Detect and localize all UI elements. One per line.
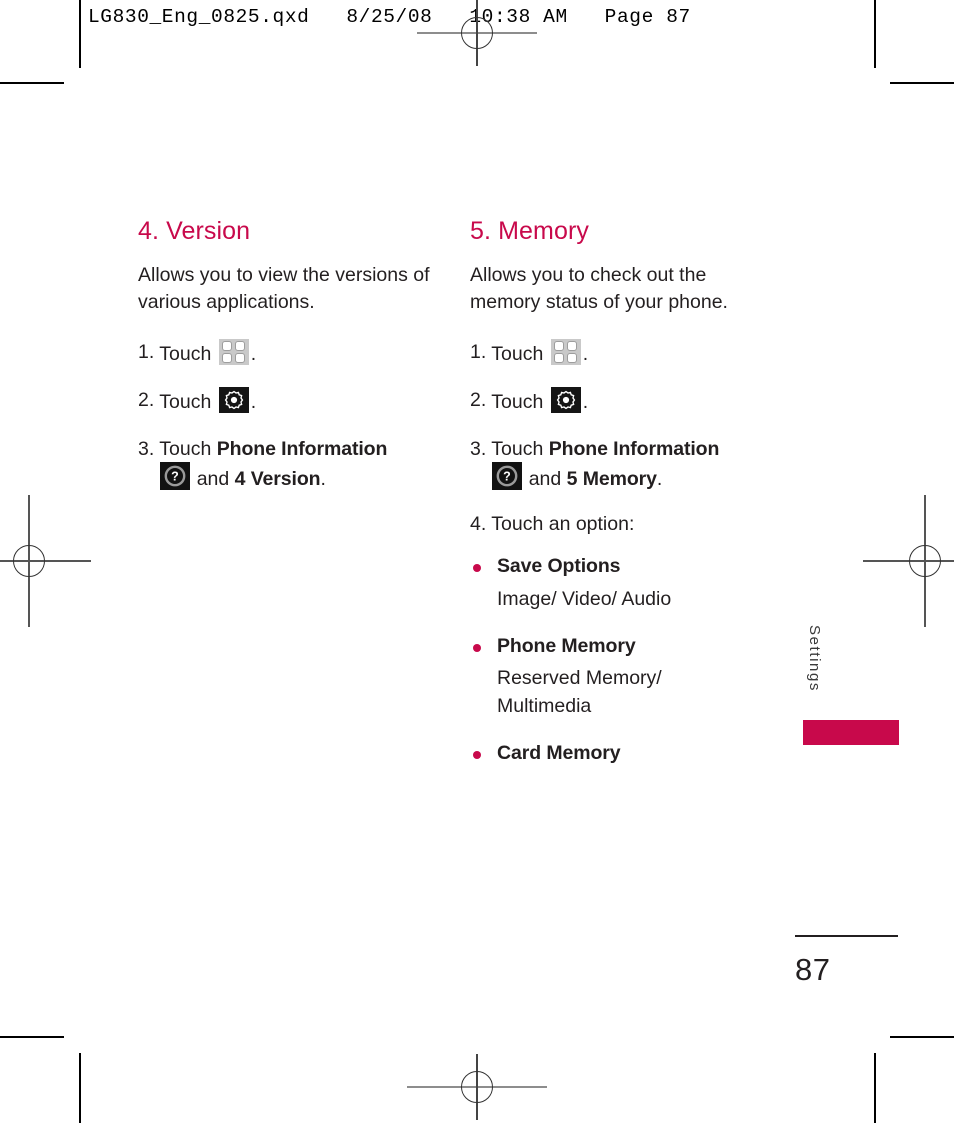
gear-icon[interactable] [218, 387, 249, 414]
step-number: 1. [138, 340, 155, 363]
page-number: 87 [795, 952, 831, 987]
step-item: 2. Touch . [138, 387, 438, 415]
step-trailing-punct: . [250, 342, 257, 365]
step-item: 1. Touch . [470, 338, 770, 367]
chapter-tab-marker [803, 720, 899, 745]
step-trailing-punct: . [320, 467, 326, 490]
list-item[interactable]: Card Memory [470, 740, 770, 766]
bullet-icon [473, 644, 481, 653]
step-item: 2. Touch . [470, 387, 770, 415]
menu-target-phone-information[interactable]: Phone Information [217, 438, 388, 460]
gear-icon[interactable] [550, 387, 581, 414]
crop-mark-top-right-horizontal [890, 82, 954, 84]
crop-mark-bottom-right-horizontal [890, 1036, 954, 1038]
option-sublabel: Image/ Video/ Audio [497, 587, 672, 610]
svg-text:?: ? [503, 469, 511, 483]
step-number: 2. [470, 389, 487, 412]
step-number: 2. [138, 389, 155, 412]
section-version: 4. Version Allows you to view the versio… [138, 217, 438, 511]
crop-mark-bottom-right-vertical [874, 1053, 876, 1123]
crop-mark-top-left-horizontal [0, 82, 64, 84]
grid-icon[interactable] [550, 338, 581, 365]
step-number: 1. [470, 340, 487, 363]
step-trailing-punct: . [656, 467, 663, 490]
section-intro-memory: Allows you to check out the memory statu… [470, 263, 728, 314]
step-conjunction: and [528, 467, 562, 490]
step-body: Touch . [159, 387, 438, 415]
section-title-memory: 5. Memory [470, 217, 589, 245]
step-body: Touch . [491, 338, 770, 367]
folio-rule [795, 935, 898, 937]
section-intro-version: Allows you to view the versions of vario… [138, 263, 430, 314]
bullet-icon [473, 750, 481, 759]
step-lead-text: Touch [159, 342, 212, 365]
help-icon[interactable]: ? [492, 461, 523, 490]
step-trailing-punct: . [582, 391, 589, 414]
crop-mark-bottom-left-vertical [79, 1053, 81, 1123]
step-lead-text: Touch [159, 437, 212, 460]
list-item[interactable]: Phone Memory Reserved Memory/ Multimedia [470, 633, 770, 720]
manual-page: LG830_Eng_0825.qxd 8/25/08 10:38 AM Page… [0, 0, 954, 1123]
step-conjunction: and [196, 467, 230, 490]
crop-mark-bottom-left-horizontal [0, 1036, 64, 1038]
step-lead-text: Touch an option: [491, 513, 635, 536]
menu-target-phone-information[interactable]: Phone Information [549, 438, 720, 460]
section-memory: 5. Memory Allows you to check out the me… [470, 217, 770, 772]
step-body: Touch an option: [491, 511, 770, 537]
step-body: Touch Phone Information ? and 4 Version. [159, 436, 438, 493]
crop-mark-top-right-vertical [874, 0, 876, 68]
option-label[interactable]: Phone Memory [497, 633, 770, 659]
step-item: 3. Touch Phone Information ? and 5 Memor… [470, 436, 770, 493]
step-lead-text: Touch [491, 437, 544, 460]
step-lead-text: Touch [491, 391, 544, 414]
step-number: 3. [138, 437, 155, 460]
step-item: 4. Touch an option: [470, 511, 770, 537]
menu-target-version[interactable]: 4 Version [235, 468, 321, 490]
bullet-icon [473, 564, 481, 573]
help-icon[interactable]: ? [160, 461, 191, 490]
step-body: Touch . [491, 387, 770, 415]
step-item: 3. Touch Phone Information ? and 4 Versi… [138, 436, 438, 493]
option-label[interactable]: Card Memory [497, 740, 770, 766]
svg-text:?: ? [171, 469, 179, 483]
step-body: Touch . [159, 338, 438, 367]
option-label[interactable]: Save Options [497, 553, 770, 579]
step-lead-text: Touch [159, 391, 212, 414]
step-item: 1. Touch . [138, 338, 438, 367]
menu-target-memory[interactable]: 5 Memory [567, 468, 657, 490]
step-body: Touch Phone Information ? and 5 Memory. [491, 436, 770, 493]
step-lead-text: Touch [491, 342, 544, 365]
step-number: 4. [470, 513, 487, 536]
step-number: 3. [470, 437, 487, 460]
list-item[interactable]: Save Options Image/ Video/ Audio [470, 553, 770, 613]
crop-mark-top-left-vertical [79, 0, 81, 68]
grid-icon[interactable] [218, 338, 249, 365]
option-sublabel: Reserved Memory/ Multimedia [497, 667, 662, 717]
step-trailing-punct: . [250, 391, 257, 414]
step-trailing-punct: . [582, 342, 589, 365]
chapter-side-label: Settings [806, 625, 823, 692]
prepress-header: LG830_Eng_0825.qxd 8/25/08 10:38 AM Page… [88, 6, 691, 28]
memory-options-list: Save Options Image/ Video/ Audio Phone M… [470, 553, 770, 766]
section-title-version: 4. Version [138, 217, 251, 245]
